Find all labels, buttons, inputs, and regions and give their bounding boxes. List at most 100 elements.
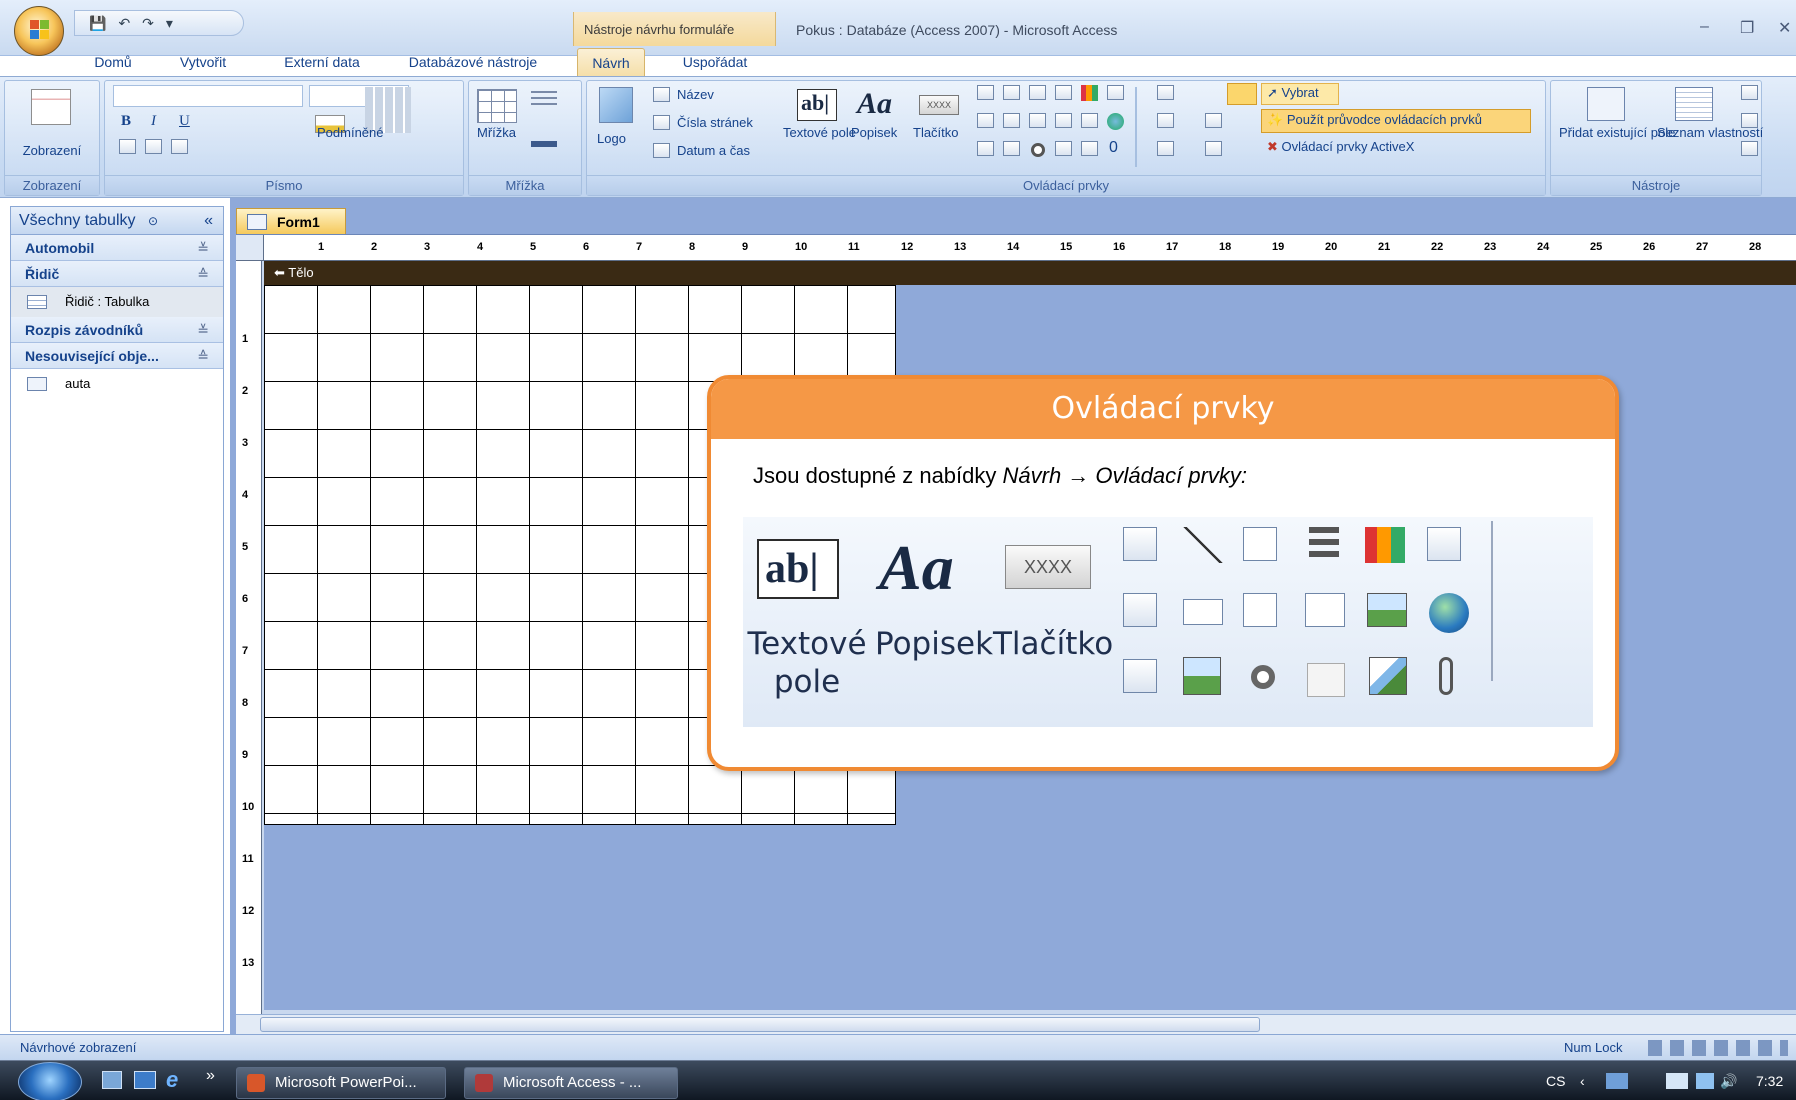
form-selector[interactable] — [236, 235, 264, 261]
conditional-formatting-button[interactable]: Podmíněné — [317, 125, 384, 140]
option-button-icon[interactable] — [1031, 143, 1045, 157]
button-button[interactable]: Tlačítko — [913, 125, 959, 140]
list-box-icon[interactable] — [977, 113, 994, 128]
rectangle-icon[interactable] — [1003, 113, 1020, 128]
activex-controls-button[interactable]: ✖ Ovládací prvky ActiveX — [1267, 139, 1414, 155]
undo-icon[interactable]: ↶ — [118, 15, 130, 32]
view-button[interactable]: Zobrazení — [5, 143, 99, 158]
list-icon[interactable] — [977, 141, 994, 156]
property-sheet-button[interactable]: Seznam vlastností — [1657, 125, 1763, 140]
hyperlink-icon[interactable] — [1107, 113, 1124, 130]
underline-icon[interactable]: U — [179, 113, 190, 130]
detail-section-bar[interactable]: ⬅ Tělo — [264, 261, 1796, 285]
combo-box-icon[interactable] — [977, 85, 994, 100]
bold-icon[interactable]: B — [121, 113, 131, 130]
taskbar-access-button[interactable]: Microsoft Access - ... — [464, 1067, 678, 1099]
show-desktop-icon[interactable] — [102, 1071, 122, 1089]
line-color-icon[interactable] — [531, 141, 557, 147]
view-switcher-icons[interactable] — [1648, 1040, 1788, 1056]
date-time-button[interactable]: Datum a čas — [677, 143, 750, 158]
unbound-object-icon[interactable] — [1003, 141, 1020, 156]
use-control-wizards-button[interactable]: ✨ Použít průvodce ovládacích prvků — [1267, 112, 1482, 128]
scrollbar-thumb[interactable] — [260, 1017, 1260, 1032]
align-left-icon[interactable] — [119, 139, 136, 154]
detail-section-label: Tělo — [288, 265, 314, 280]
line-type-icon[interactable] — [1157, 113, 1174, 128]
gridlines-button[interactable]: Mřížka — [477, 125, 516, 140]
select-button[interactable]: ➚ Vybrat — [1267, 85, 1319, 101]
insert-chart-icon[interactable] — [1205, 141, 1222, 156]
page-numbers-button[interactable]: Čísla stránek — [677, 115, 753, 130]
redo-icon[interactable]: ↷ — [142, 15, 154, 32]
line-thickness-icon[interactable] — [1157, 85, 1174, 100]
tray-expand-icon[interactable]: ‹ — [1580, 1061, 1585, 1100]
title-button[interactable]: Název — [677, 87, 714, 102]
textbox-button[interactable]: Textové pole — [783, 125, 856, 140]
font-name-field[interactable] — [113, 85, 303, 107]
tab-order-icon[interactable] — [1741, 85, 1758, 100]
internet-explorer-icon[interactable]: e — [166, 1067, 178, 1093]
align-right-icon[interactable] — [171, 139, 188, 154]
taskbar-powerpoint-button[interactable]: Microsoft PowerPoi... — [236, 1067, 446, 1099]
ruler-top-tick: 11 — [848, 241, 860, 253]
tab-arrange[interactable]: Uspořádat — [660, 48, 770, 76]
network-icon[interactable] — [1606, 1073, 1628, 1089]
connection-icon[interactable] — [1696, 1073, 1714, 1089]
subform-new-window-icon[interactable] — [1741, 113, 1758, 128]
ruler-left-tick: 12 — [242, 905, 255, 917]
close-button[interactable]: ✕ — [1778, 18, 1791, 38]
set-control-defaults-icon[interactable] — [1205, 113, 1222, 128]
restore-button[interactable]: ❐ — [1740, 18, 1754, 38]
minimize-button[interactable]: – — [1700, 18, 1709, 36]
toggle-icon[interactable] — [1055, 141, 1072, 156]
subform-icon[interactable] — [1055, 113, 1072, 128]
logo-button[interactable]: Logo — [597, 131, 626, 146]
view-code-icon[interactable] — [1741, 141, 1758, 156]
image-icon[interactable] — [1081, 113, 1098, 128]
nav-group-automobil[interactable]: Automobil ≚ — [11, 235, 223, 261]
horizontal-scrollbar[interactable] — [236, 1014, 1796, 1034]
attachment-icon[interactable]: 0 — [1109, 139, 1118, 157]
nav-item-ridic-table[interactable]: Řidič : Tabulka — [11, 287, 223, 317]
save-icon[interactable]: 💾 — [89, 15, 106, 32]
check-box-icon[interactable] — [1029, 113, 1046, 128]
switch-windows-icon[interactable] — [134, 1071, 156, 1089]
nav-filter-icon[interactable]: ⊙ — [148, 214, 158, 228]
nav-group-rozpis[interactable]: Rozpis závodníků ≚ — [11, 317, 223, 343]
option-group-icon[interactable] — [1029, 85, 1046, 100]
safely-remove-icon[interactable] — [1666, 1073, 1688, 1089]
line-style-icon[interactable] — [531, 91, 557, 109]
add-existing-fields-button[interactable]: Přidat existující pole — [1559, 125, 1675, 140]
nav-group-ridic[interactable]: Řidič ≙ — [11, 261, 223, 287]
italic-icon[interactable]: I — [151, 113, 156, 130]
clock[interactable]: 7:32 — [1756, 1061, 1783, 1100]
label-button[interactable]: Popisek — [851, 125, 897, 140]
start-button[interactable] — [18, 1062, 82, 1100]
align-center-icon[interactable] — [145, 139, 162, 154]
tab-design[interactable]: Návrh — [577, 48, 645, 76]
nav-item-auta-form[interactable]: auta — [11, 369, 223, 399]
nav-group-label: Řidič — [25, 266, 60, 282]
line-color-picker-icon[interactable] — [1157, 141, 1174, 156]
quick-launch-more-icon[interactable]: » — [206, 1067, 215, 1085]
nav-pane-header[interactable]: Všechny tabulky ⊙ « — [11, 207, 223, 235]
tab-home[interactable]: Domů — [72, 48, 154, 76]
nav-group-unrelated[interactable]: Nesouvisející obje... ≙ — [11, 343, 223, 369]
page-break-icon[interactable] — [1055, 85, 1072, 100]
chart-icon[interactable] — [1081, 85, 1098, 101]
bound-object-icon[interactable] — [1081, 141, 1098, 156]
special-effect-icon[interactable] — [1227, 83, 1257, 105]
nav-collapse-button[interactable]: « — [204, 207, 213, 235]
line-icon[interactable] — [1003, 85, 1020, 100]
tab-create[interactable]: Vytvořit — [162, 48, 244, 76]
ruler-top-tick: 15 — [1060, 241, 1073, 253]
office-button[interactable] — [14, 6, 64, 56]
tab-control-icon[interactable] — [1107, 85, 1124, 100]
language-indicator[interactable]: CS — [1546, 1061, 1565, 1100]
document-tab-form1[interactable]: Form1 — [236, 208, 346, 234]
preview-unbound-object-icon — [1183, 657, 1221, 695]
qat-customize-icon[interactable]: ▾ — [166, 15, 173, 32]
tab-external-data[interactable]: Externí data — [262, 48, 382, 76]
tab-database-tools[interactable]: Databázové nástroje — [388, 48, 558, 76]
volume-icon[interactable]: 🔊 — [1720, 1061, 1737, 1100]
